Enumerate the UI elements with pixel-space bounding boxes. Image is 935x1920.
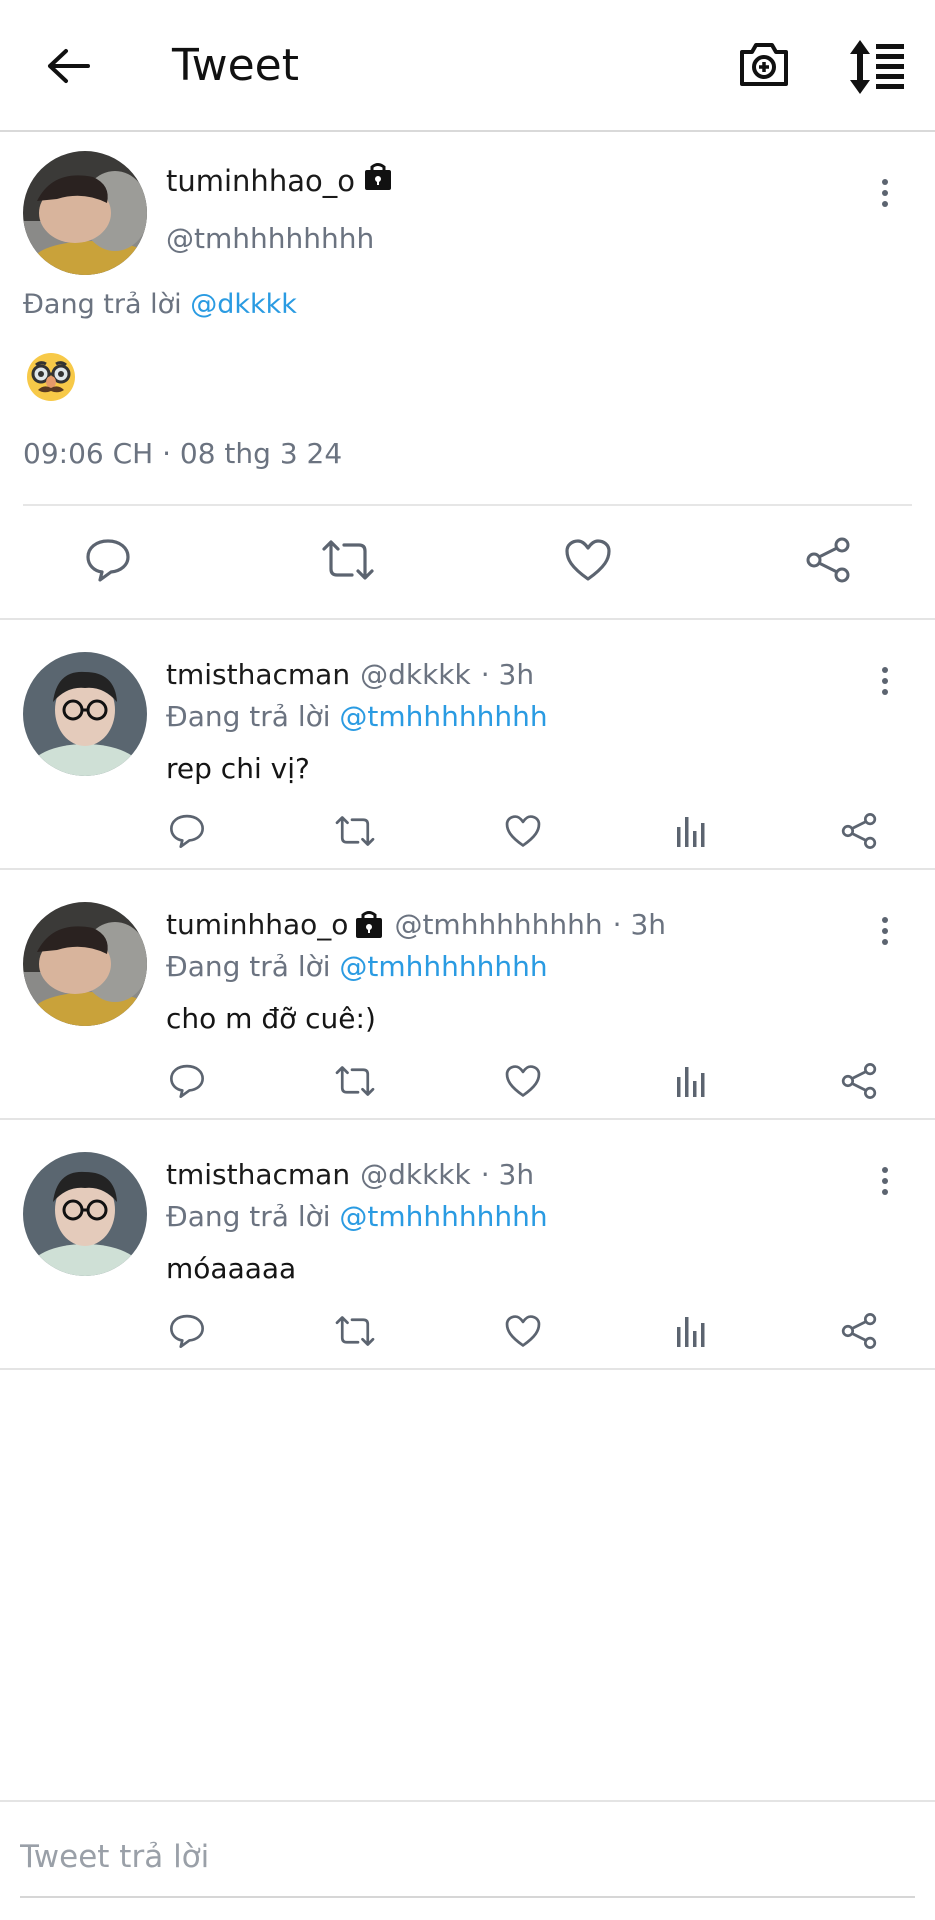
tweet-text: rep chi vị? [166, 752, 310, 785]
user-handle[interactable]: @dkkkk [360, 658, 471, 691]
replying-label: Đang trả lời [166, 1200, 331, 1233]
divider [23, 504, 912, 506]
reply-header: tmisthacman @dkkkk · 3h [166, 658, 534, 691]
lock-icon [354, 910, 384, 940]
like-icon[interactable] [500, 1058, 546, 1104]
relative-time: · 3h [480, 1158, 535, 1191]
replying-to: Đang trả lời @tmhhhhhhhh [166, 1200, 548, 1233]
reply-icon[interactable] [164, 808, 210, 854]
display-name: tuminhhao_o [166, 162, 393, 199]
disguised-face-emoji [24, 350, 78, 404]
lock-icon [363, 162, 393, 199]
user-handle[interactable]: @tmhhhhhhhh [394, 908, 602, 941]
tweet-actions [0, 1058, 935, 1108]
share-icon[interactable] [800, 532, 856, 588]
mention-link[interactable]: @tmhhhhhhhh [339, 700, 547, 733]
user-handle[interactable]: @tmhhhhhhhh [166, 222, 374, 255]
sort-icon[interactable] [846, 36, 908, 98]
share-icon[interactable] [836, 1308, 882, 1354]
display-name[interactable]: tuminhhao_o [166, 908, 348, 941]
tweet-timestamp: 09:06 CH · 08 thg 3 24 [23, 437, 343, 470]
reply-header: tuminhhao_o @tmhhhhhhhh · 3h [166, 908, 666, 941]
display-name[interactable]: tmisthacman [166, 658, 350, 691]
page-title: Tweet [172, 40, 299, 91]
main-tweet: tuminhhao_o @tmhhhhhhhh Đang trả lời @dk… [0, 132, 935, 620]
mention-link[interactable]: @tmhhhhhhhh [339, 1200, 547, 1233]
avatar[interactable] [23, 151, 147, 275]
like-icon[interactable] [560, 532, 616, 588]
like-icon[interactable] [500, 1308, 546, 1354]
retweet-icon[interactable] [332, 1308, 378, 1354]
reply-icon[interactable] [164, 1308, 210, 1354]
reply-compose-bar [0, 1800, 935, 1920]
replying-to: Đang trả lời @dkkkk [23, 289, 297, 320]
avatar[interactable] [23, 652, 147, 776]
relative-time: · 3h [612, 908, 667, 941]
retweet-icon[interactable] [332, 808, 378, 854]
more-options-icon[interactable] [870, 168, 900, 218]
reply-input[interactable] [20, 1822, 915, 1892]
reply-header: tmisthacman @dkkkk · 3h [166, 1158, 534, 1191]
tweet-actions [0, 532, 935, 602]
replying-label: Đang trả lời [166, 700, 331, 733]
user-handle[interactable]: @dkkkk [360, 1158, 471, 1191]
analytics-icon[interactable] [668, 808, 714, 854]
replying-to: Đang trả lời @tmhhhhhhhh [166, 700, 548, 733]
retweet-icon[interactable] [320, 532, 376, 588]
mention-link[interactable]: @tmhhhhhhhh [339, 950, 547, 983]
input-underline [20, 1896, 915, 1898]
relative-time: · 3h [480, 658, 535, 691]
display-name[interactable]: tmisthacman [166, 1158, 350, 1191]
tweet-text: cho m đỡ cuê:) [166, 1002, 376, 1035]
avatar[interactable] [23, 902, 147, 1026]
mention-link[interactable]: @dkkkk [190, 289, 297, 320]
avatar[interactable] [23, 1152, 147, 1276]
tweet-text: móaaaaa [166, 1252, 297, 1285]
retweet-icon[interactable] [332, 1058, 378, 1104]
replying-label: Đang trả lời [166, 950, 331, 983]
top-app-bar: Tweet [0, 0, 935, 132]
analytics-icon[interactable] [668, 1058, 714, 1104]
reply-icon[interactable] [164, 1058, 210, 1104]
reply-tweet[interactable]: tuminhhao_o @tmhhhhhhhh · 3h Đang trả lờ… [0, 870, 935, 1120]
more-options-icon[interactable] [870, 656, 900, 706]
back-arrow-icon[interactable] [40, 38, 96, 94]
analytics-icon[interactable] [668, 1308, 714, 1354]
reply-icon[interactable] [80, 532, 136, 588]
share-icon[interactable] [836, 1058, 882, 1104]
more-options-icon[interactable] [870, 1156, 900, 1206]
tweet-actions [0, 1308, 935, 1358]
reply-tweet[interactable]: tmisthacman @dkkkk · 3h Đang trả lời @tm… [0, 620, 935, 870]
replying-label: Đang trả lời [23, 289, 182, 320]
like-icon[interactable] [500, 808, 546, 854]
camera-add-icon[interactable] [736, 36, 792, 92]
tweet-actions [0, 808, 935, 858]
share-icon[interactable] [836, 808, 882, 854]
reply-tweet[interactable]: tmisthacman @dkkkk · 3h Đang trả lời @tm… [0, 1120, 935, 1370]
replying-to: Đang trả lời @tmhhhhhhhh [166, 950, 548, 983]
more-options-icon[interactable] [870, 906, 900, 956]
